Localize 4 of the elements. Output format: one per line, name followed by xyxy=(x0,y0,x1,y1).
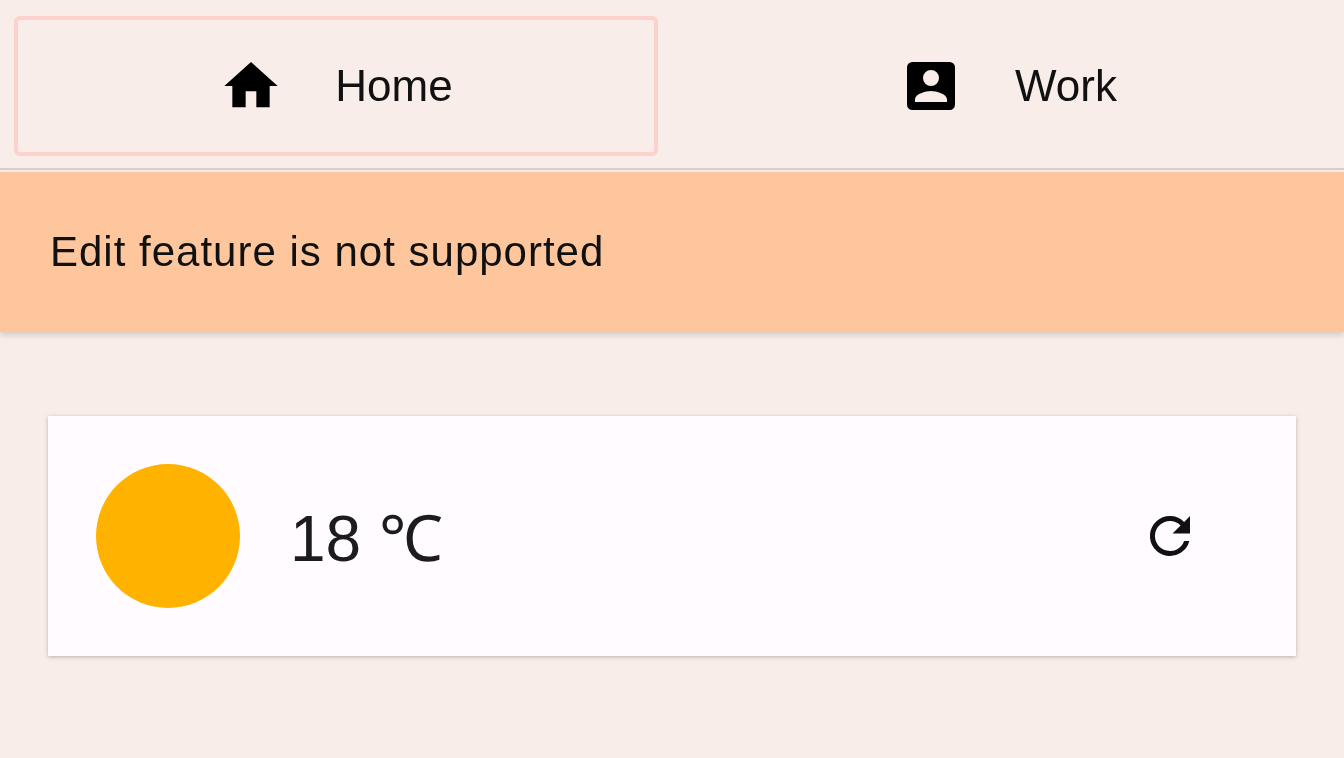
tab[interactable]: Work xyxy=(686,16,1330,156)
temperature: 18 ℃ xyxy=(290,501,444,577)
snackbar-message: Edit feature is not supported xyxy=(50,228,605,276)
tab[interactable]: Home xyxy=(14,16,658,156)
